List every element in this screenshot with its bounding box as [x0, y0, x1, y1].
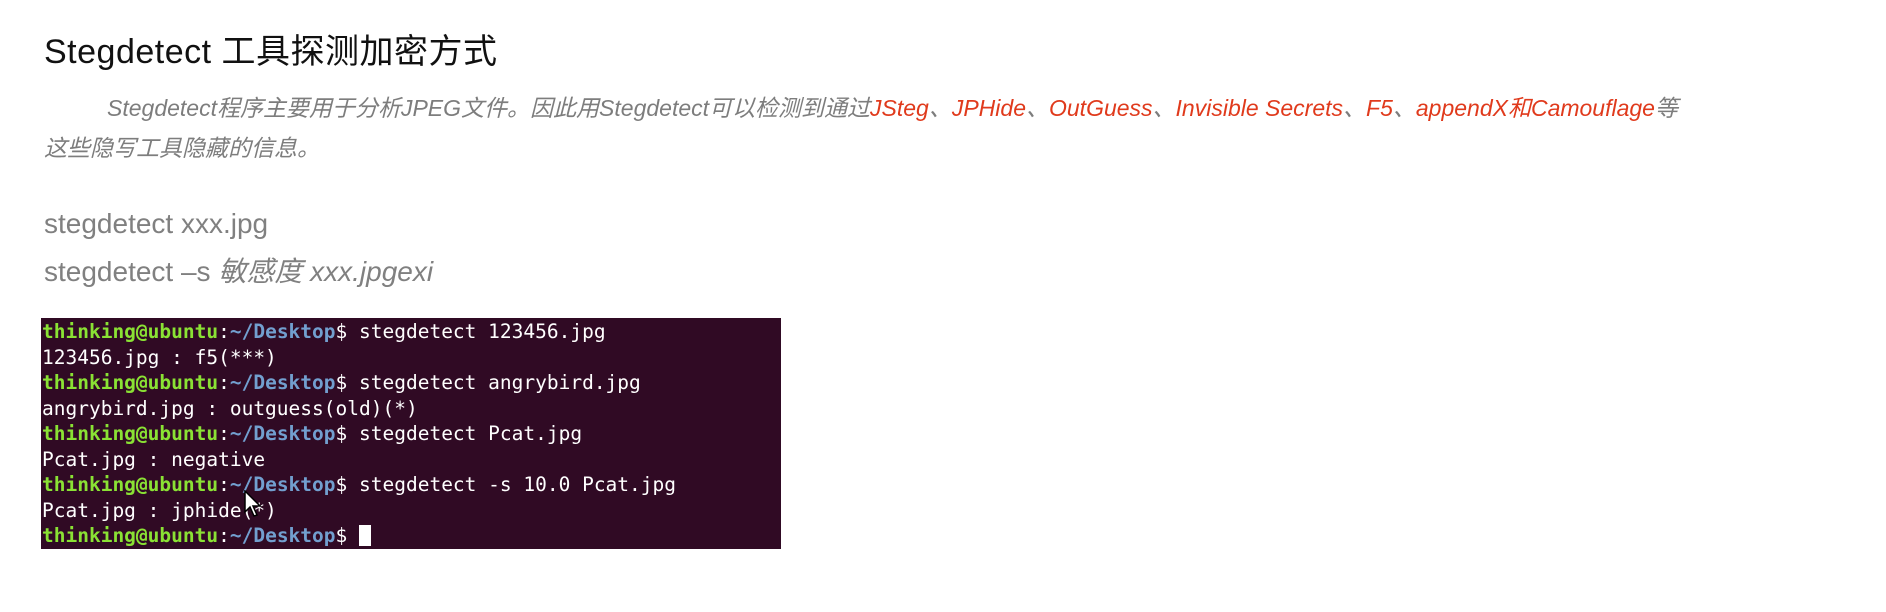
list-separator: 、	[1343, 95, 1367, 121]
terminal-output-line: angrybird.jpg : outguess(old)(*)	[42, 396, 781, 422]
usage-command-basic: stegdetect xxx.jpg	[44, 208, 269, 239]
terminal-output-text: angrybird.jpg : outguess(old)(*)	[42, 396, 418, 420]
terminal-prompt-line: thinking@ubuntu:~/Desktop$ stegdetect -s…	[42, 472, 781, 498]
list-separator: 、	[1026, 95, 1049, 121]
terminal-prompt-line: thinking@ubuntu:~/Desktop$ stegdetect 12…	[42, 319, 781, 345]
prompt-path: ~/Desktop	[229, 371, 336, 394]
conjunction: 和	[1507, 95, 1531, 121]
list-separator: 、	[928, 95, 952, 121]
terminal-output-text: 123456.jpg : f5(***)	[42, 345, 277, 369]
terminal-command-text: stegdetect -s 10.0 Pcat.jpg	[359, 473, 676, 496]
terminal-cursor	[359, 525, 372, 546]
mouse-pointer-icon	[244, 490, 262, 517]
prompt-user: thinking@ubuntu	[42, 524, 219, 547]
tool-name: JPHide	[951, 95, 1026, 121]
list-separator: 、	[1152, 95, 1176, 121]
prompt-colon: :	[218, 524, 230, 547]
prompt-user: thinking@ubuntu	[42, 371, 219, 394]
terminal-prompt-line: thinking@ubuntu:~/Desktop$ stegdetect Pc…	[42, 421, 781, 447]
terminal-command-text: stegdetect 123456.jpg	[359, 320, 606, 343]
prompt-dollar: $	[335, 422, 360, 445]
intro-line-1: Stegdetect程序主要用于分析JPEG文件。因此用Stegdetect可以…	[44, 88, 1880, 128]
terminal-screenshot: thinking@ubuntu:~/Desktop$ stegdetect 12…	[41, 318, 781, 549]
terminal-output-line: Pcat.jpg : jphide(*)	[42, 498, 781, 524]
page-title: Stegdetect 工具探测加密方式	[44, 33, 498, 71]
prompt-colon: :	[218, 320, 230, 343]
prompt-colon: :	[218, 371, 230, 394]
intro-suffix: 等	[1654, 95, 1678, 121]
intro-paragraph: Stegdetect程序主要用于分析JPEG文件。因此用Stegdetect可以…	[44, 88, 1880, 168]
prompt-dollar: $	[335, 320, 360, 343]
prompt-dollar: $	[335, 524, 360, 547]
prompt-dollar: $	[335, 371, 360, 394]
terminal-output-text: Pcat.jpg : negative	[42, 447, 266, 471]
prompt-colon: :	[218, 422, 230, 445]
terminal-command-text: stegdetect Pcat.jpg	[359, 422, 583, 445]
prompt-user: thinking@ubuntu	[42, 422, 219, 445]
tool-name: JSteg	[870, 95, 929, 121]
tool-name: Invisible Secrets	[1175, 95, 1344, 121]
tool-name: Camouflage	[1530, 95, 1655, 121]
prompt-path: ~/Desktop	[229, 524, 336, 547]
intro-prefix: Stegdetect程序主要用于分析JPEG文件。因此用Stegdetect可以…	[107, 95, 871, 121]
prompt-path: ~/Desktop	[229, 422, 336, 445]
terminal-command-text: stegdetect angrybird.jpg	[359, 371, 641, 394]
terminal-output-line: 123456.jpg : f5(***)	[42, 345, 781, 371]
tool-name: F5	[1366, 95, 1393, 121]
tool-name: appendX	[1415, 95, 1508, 121]
tool-name: OutGuess	[1049, 95, 1153, 121]
prompt-colon: :	[218, 473, 230, 496]
prompt-user: thinking@ubuntu	[42, 320, 219, 343]
usage-command-param: 敏感度 xxx.jpgexi	[218, 256, 434, 287]
list-separator: 、	[1392, 95, 1416, 121]
prompt-path: ~/Desktop	[229, 320, 336, 343]
terminal-prompt-line: thinking@ubuntu:~/Desktop$	[42, 523, 781, 549]
prompt-user: thinking@ubuntu	[42, 473, 219, 496]
terminal-output-line: Pcat.jpg : negative	[42, 447, 781, 473]
terminal-prompt-line: thinking@ubuntu:~/Desktop$ stegdetect an…	[42, 370, 781, 396]
intro-line-2: 这些隐写工具隐藏的信息。	[44, 135, 320, 161]
prompt-dollar: $	[335, 473, 360, 496]
usage-command-sensitivity: stegdetect –s 敏感度 xxx.jpgexi	[44, 250, 433, 290]
usage-command-prefix: stegdetect –s	[44, 256, 219, 287]
terminal-output-text: Pcat.jpg : jphide(*)	[42, 498, 277, 522]
